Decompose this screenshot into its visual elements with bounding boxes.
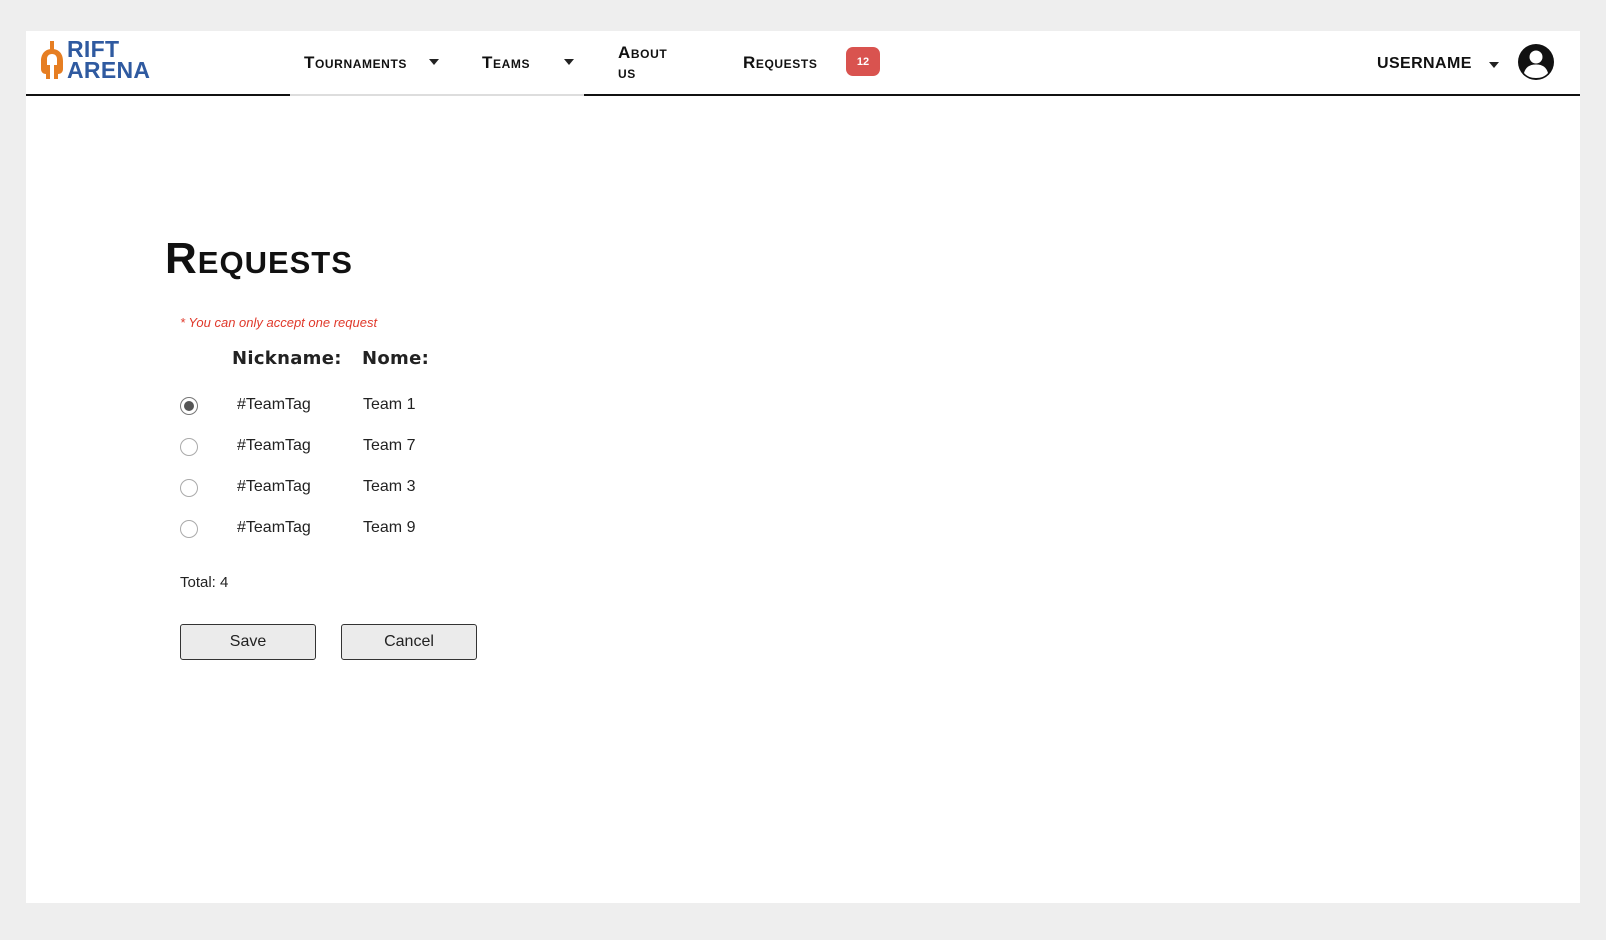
nav-about-label: About us bbox=[618, 42, 668, 82]
nav-divider bbox=[290, 94, 454, 96]
request-row[interactable]: #TeamTag Team 3 bbox=[180, 477, 480, 501]
nav-requests-label: Requests bbox=[743, 52, 818, 72]
request-team-name: Team 9 bbox=[363, 519, 416, 536]
selection-note: * You can only accept one request bbox=[180, 315, 378, 330]
app-frame: RIFT ARENA Tournaments Teams About us Re… bbox=[26, 31, 1580, 903]
logo-text: RIFT ARENA bbox=[67, 38, 151, 83]
nav-tournaments-label: Tournaments bbox=[304, 52, 407, 72]
logo[interactable]: RIFT ARENA bbox=[40, 38, 160, 83]
nav-requests[interactable]: Requests bbox=[743, 31, 817, 94]
request-nickname: #TeamTag bbox=[237, 478, 311, 495]
column-header-nickname: Nickname: bbox=[232, 348, 342, 369]
user-chevron-down-icon[interactable] bbox=[1489, 62, 1499, 68]
page-title: Requests bbox=[165, 234, 353, 283]
username-menu[interactable]: USERNAME bbox=[1377, 55, 1472, 73]
save-button[interactable]: Save bbox=[180, 624, 316, 660]
logo-line-2: ARENA bbox=[67, 57, 151, 83]
user-avatar-icon[interactable] bbox=[1517, 43, 1555, 81]
request-radio[interactable] bbox=[180, 520, 198, 538]
request-radio[interactable] bbox=[180, 438, 198, 456]
request-nickname: #TeamTag bbox=[237, 519, 311, 536]
nav-teams[interactable]: Teams bbox=[482, 31, 530, 94]
requests-count-badge: 12 bbox=[846, 47, 880, 76]
nav-tournaments[interactable]: Tournaments bbox=[304, 31, 407, 94]
request-row[interactable]: #TeamTag Team 7 bbox=[180, 436, 480, 460]
column-header-name: Nome: bbox=[362, 348, 430, 369]
nav-teams-label: Teams bbox=[482, 52, 531, 72]
total-count: Total: 4 bbox=[180, 574, 229, 591]
request-radio[interactable] bbox=[180, 479, 198, 497]
request-nickname: #TeamTag bbox=[237, 396, 311, 413]
request-nickname: #TeamTag bbox=[237, 437, 311, 454]
tournaments-chevron-down-icon[interactable] bbox=[429, 59, 439, 65]
teams-chevron-down-icon[interactable] bbox=[564, 59, 574, 65]
nav-about-us[interactable]: About us bbox=[618, 31, 667, 94]
nav-divider bbox=[454, 94, 584, 96]
top-navbar: RIFT ARENA Tournaments Teams About us Re… bbox=[26, 31, 1580, 96]
request-row[interactable]: #TeamTag Team 1 bbox=[180, 395, 480, 419]
request-team-name: Team 3 bbox=[363, 478, 416, 495]
request-row[interactable]: #TeamTag Team 9 bbox=[180, 518, 480, 542]
request-team-name: Team 1 bbox=[363, 396, 416, 413]
helmet-logo-icon bbox=[41, 41, 63, 79]
request-team-name: Team 7 bbox=[363, 437, 416, 454]
request-radio-selected[interactable] bbox=[180, 397, 198, 415]
cancel-button[interactable]: Cancel bbox=[341, 624, 477, 660]
